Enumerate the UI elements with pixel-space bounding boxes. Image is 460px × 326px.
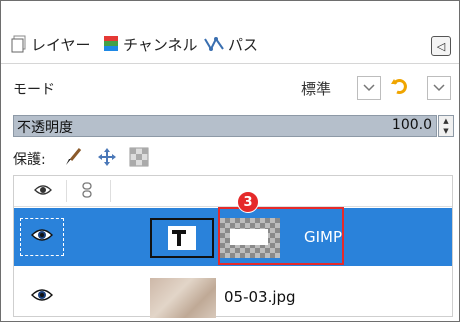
opacity-value: 100.0 [391, 117, 432, 133]
move-icon [97, 148, 117, 171]
triangle-left-icon: ◁ [436, 39, 446, 53]
lock-position-button[interactable] [97, 147, 117, 167]
mode-label: モード [13, 82, 55, 98]
column-divider [110, 180, 111, 202]
protect-label: 保護: [13, 152, 46, 168]
text-tool-icon [152, 226, 212, 260]
lock-alpha-button[interactable] [129, 147, 149, 167]
mode-value[interactable]: 標準 [301, 78, 331, 99]
tab-label: チャンネル [123, 35, 198, 54]
annotation-highlight [218, 207, 344, 265]
spin-up-icon[interactable]: ▲ [439, 116, 453, 126]
layer-row-image[interactable]: 05-03.jpg [14, 268, 452, 326]
paths-icon [204, 35, 224, 53]
divider [1, 63, 459, 64]
tab-layers[interactable]: レイヤー [11, 29, 91, 59]
list-header [14, 176, 452, 207]
panel-menu-button[interactable]: ◁ [431, 36, 451, 56]
undo-icon [390, 77, 408, 99]
composite-dropdown-button[interactable] [427, 76, 451, 100]
dock-tabs: レイヤー チャンネル パス [11, 29, 451, 59]
channels-icon [103, 35, 119, 53]
mode-dropdown-button[interactable] [357, 76, 381, 100]
layers-dialog: レイヤー チャンネル パス ◁ モード 標準 不透明度 100.0 ▲ ▼ 保護… [0, 0, 460, 322]
layer-name[interactable]: 05-03.jpg [224, 288, 296, 306]
tab-label: レイヤー [31, 35, 91, 54]
tab-label: パス [228, 35, 259, 54]
eye-icon [31, 287, 53, 307]
image-thumbnail[interactable] [150, 278, 216, 318]
visibility-toggle[interactable] [20, 278, 64, 316]
paintbrush-icon [63, 148, 83, 171]
tab-paths[interactable]: パス [204, 29, 258, 59]
layers-icon [11, 35, 27, 53]
tab-channels[interactable]: チャンネル [103, 29, 198, 59]
visibility-toggle[interactable] [20, 218, 64, 256]
layer-mask-thumbnail[interactable] [150, 218, 214, 258]
lock-pixels-button[interactable] [63, 147, 83, 167]
eye-icon [31, 227, 53, 247]
opacity-spin-button[interactable]: ▲ ▼ [438, 115, 454, 137]
opacity-label: 不透明度 [17, 120, 73, 136]
chain-header-icon[interactable] [80, 182, 94, 202]
chevron-down-icon [363, 81, 375, 95]
annotation-badge: 3 [237, 191, 259, 213]
eye-header-icon[interactable] [34, 182, 52, 201]
reset-mode-button[interactable] [387, 76, 411, 100]
column-divider [66, 180, 67, 202]
checker-icon [129, 147, 149, 171]
spin-down-icon[interactable]: ▼ [439, 126, 453, 136]
chevron-down-icon [433, 81, 445, 95]
opacity-slider[interactable]: 不透明度 100.0 [13, 115, 437, 137]
